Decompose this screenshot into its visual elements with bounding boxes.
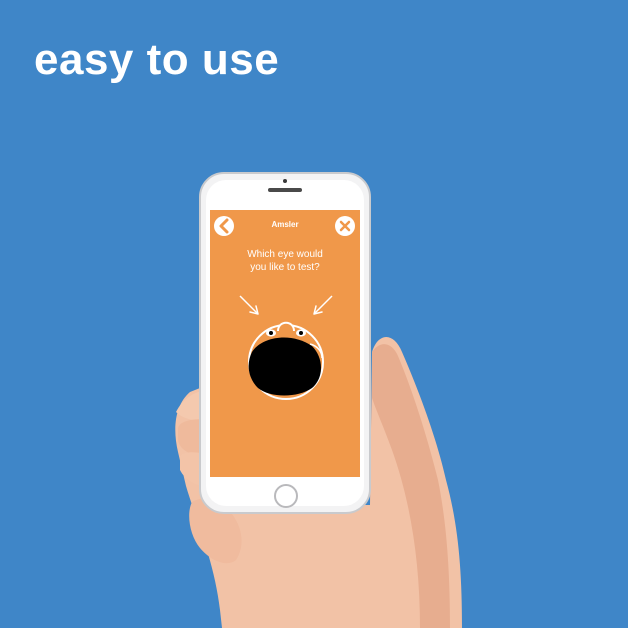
nose [277, 321, 295, 332]
close-button-hit-area[interactable] [334, 215, 356, 237]
left-pupil [269, 331, 273, 335]
eye-question: Which eye would you like to test? [247, 249, 323, 273]
phone-scene [175, 172, 463, 628]
front-camera [283, 179, 287, 183]
open-mouth [248, 337, 321, 396]
home-button-hit-area[interactable] [274, 484, 298, 508]
back-button-hit-area[interactable] [213, 215, 235, 237]
earpiece-speaker [268, 188, 302, 192]
right-pupil [299, 331, 303, 335]
